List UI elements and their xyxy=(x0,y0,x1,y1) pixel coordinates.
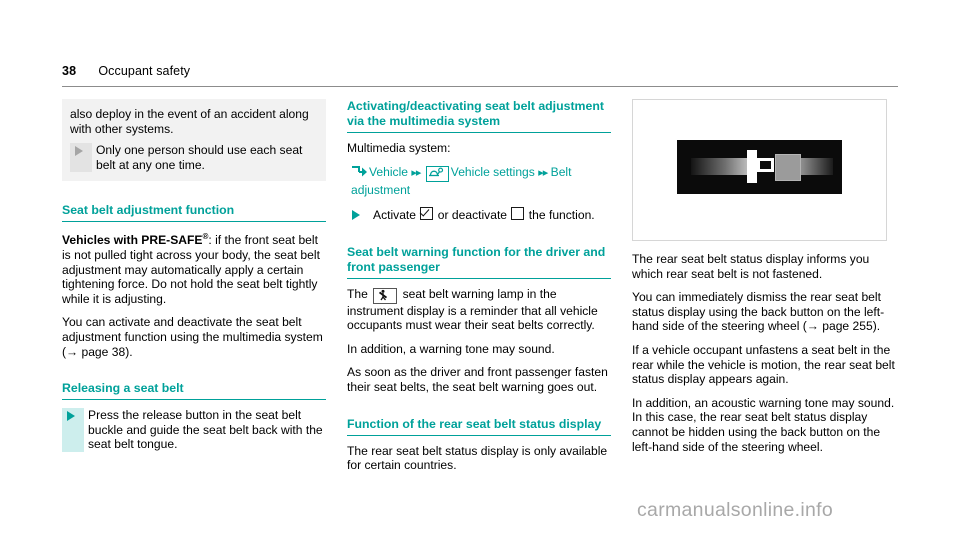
deactivate-label: or deactivate xyxy=(437,208,508,223)
warning-box-step-text: Only one person should use each seat bel… xyxy=(96,143,303,172)
path-separator-icon: ▸▸ xyxy=(411,166,421,179)
left-column: also deploy in the event of an accident … xyxy=(62,99,326,482)
page-number: 38 xyxy=(62,64,77,78)
releasing-seat-belt-step-text: Press the release button in the seat bel… xyxy=(88,408,323,452)
rear-status-dismiss-paragraph: You can immediately dismiss the rear sea… xyxy=(632,290,885,334)
heading-releasing-a-seat-belt: Releasing a seat belt xyxy=(62,381,326,401)
path-item-vehicle[interactable]: Vehicle xyxy=(369,165,408,179)
belt-tongue-icon xyxy=(775,154,801,181)
rear-status-informs-paragraph: The rear seat belt status display inform… xyxy=(632,252,870,281)
warning-goes-out-paragraph: As soon as the driver and front passenge… xyxy=(347,365,608,395)
rear-status-availability-paragraph: The rear seat belt status display is onl… xyxy=(347,443,608,473)
multimedia-path: Vehicle ▸▸ Vehicle settings ▸▸ Belt adju… xyxy=(347,164,611,199)
triangle-bullet-icon xyxy=(70,143,92,173)
multimedia-system-intro: Multimedia system: xyxy=(347,141,451,155)
warning-box-step: Only one person should use each seat bel… xyxy=(70,143,316,173)
right-column: The rear seat belt status display inform… xyxy=(632,99,896,482)
warning-lamp-text-before: The xyxy=(347,286,368,301)
heading-seat-belt-warning-function: Seat belt warning function for the drive… xyxy=(347,245,611,279)
instrument-display-panel xyxy=(677,140,842,194)
checkbox-unchecked-icon[interactable] xyxy=(511,207,525,221)
watermark: carmanualsonline.info xyxy=(637,499,833,521)
belt-buckle-arm-icon xyxy=(757,158,774,172)
belt-strap-left xyxy=(691,158,753,175)
pre-safe-lead-in: Vehicles with PRE-SAFE xyxy=(62,233,203,248)
activate-deactivate-paragraph: You can activate and deactivate the seat… xyxy=(62,315,323,359)
warning-box-paragraph: also deploy in the event of an accident … xyxy=(70,107,309,136)
checkbox-checked-icon[interactable] xyxy=(420,207,434,221)
page-header: 38 Occupant safety xyxy=(62,64,898,87)
releasing-seat-belt-step: Press the release button in the seat bel… xyxy=(62,408,326,452)
middle-column: Activating/deactivating seat belt adjust… xyxy=(347,99,611,482)
warning-lamp-paragraph: The seat belt warning lamp in the instru… xyxy=(347,287,611,333)
chapter-title: Occupant safety xyxy=(98,64,191,78)
heading-activating-deactivating-via-multimedia: Activating/deactivating seat belt adjust… xyxy=(347,99,611,133)
activate-deactivate-step: Activate or deactivate the function. xyxy=(347,207,611,223)
triangle-bullet-icon xyxy=(62,408,84,452)
rear-seat-belt-status-display-figure xyxy=(632,99,887,241)
triangle-bullet-icon xyxy=(347,207,369,222)
turn-arrow-icon xyxy=(351,165,368,177)
path-item-vehicle-settings[interactable]: Vehicle settings xyxy=(451,165,535,179)
heading-rear-seat-belt-status-display: Function of the rear seat belt status di… xyxy=(347,417,611,436)
warning-tone-paragraph: In addition, a warning tone may sound. xyxy=(347,341,555,356)
activate-deactivate-step-text: Activate or deactivate the function. xyxy=(373,207,611,223)
page-body: also deploy in the event of an accident … xyxy=(62,99,898,482)
function-label: the function. xyxy=(528,208,595,223)
seat-belt-warning-lamp-icon xyxy=(373,287,398,304)
path-separator-icon: ▸▸ xyxy=(538,166,548,179)
warning-box: also deploy in the event of an accident … xyxy=(62,99,326,182)
activate-label: Activate xyxy=(373,208,417,223)
vehicle-settings-icon xyxy=(425,165,449,182)
rear-status-acoustic-paragraph: In addition, an acoustic warning tone ma… xyxy=(632,395,895,454)
belt-buckle-icon xyxy=(747,150,757,183)
pre-safe-paragraph: Vehicles with PRE-SAFE®: if the front se… xyxy=(62,230,326,306)
heading-seat-belt-adjustment-function: Seat belt adjustment function xyxy=(62,203,326,223)
rear-status-reappears-paragraph: If a vehicle occupant unfastens a seat b… xyxy=(632,342,895,387)
